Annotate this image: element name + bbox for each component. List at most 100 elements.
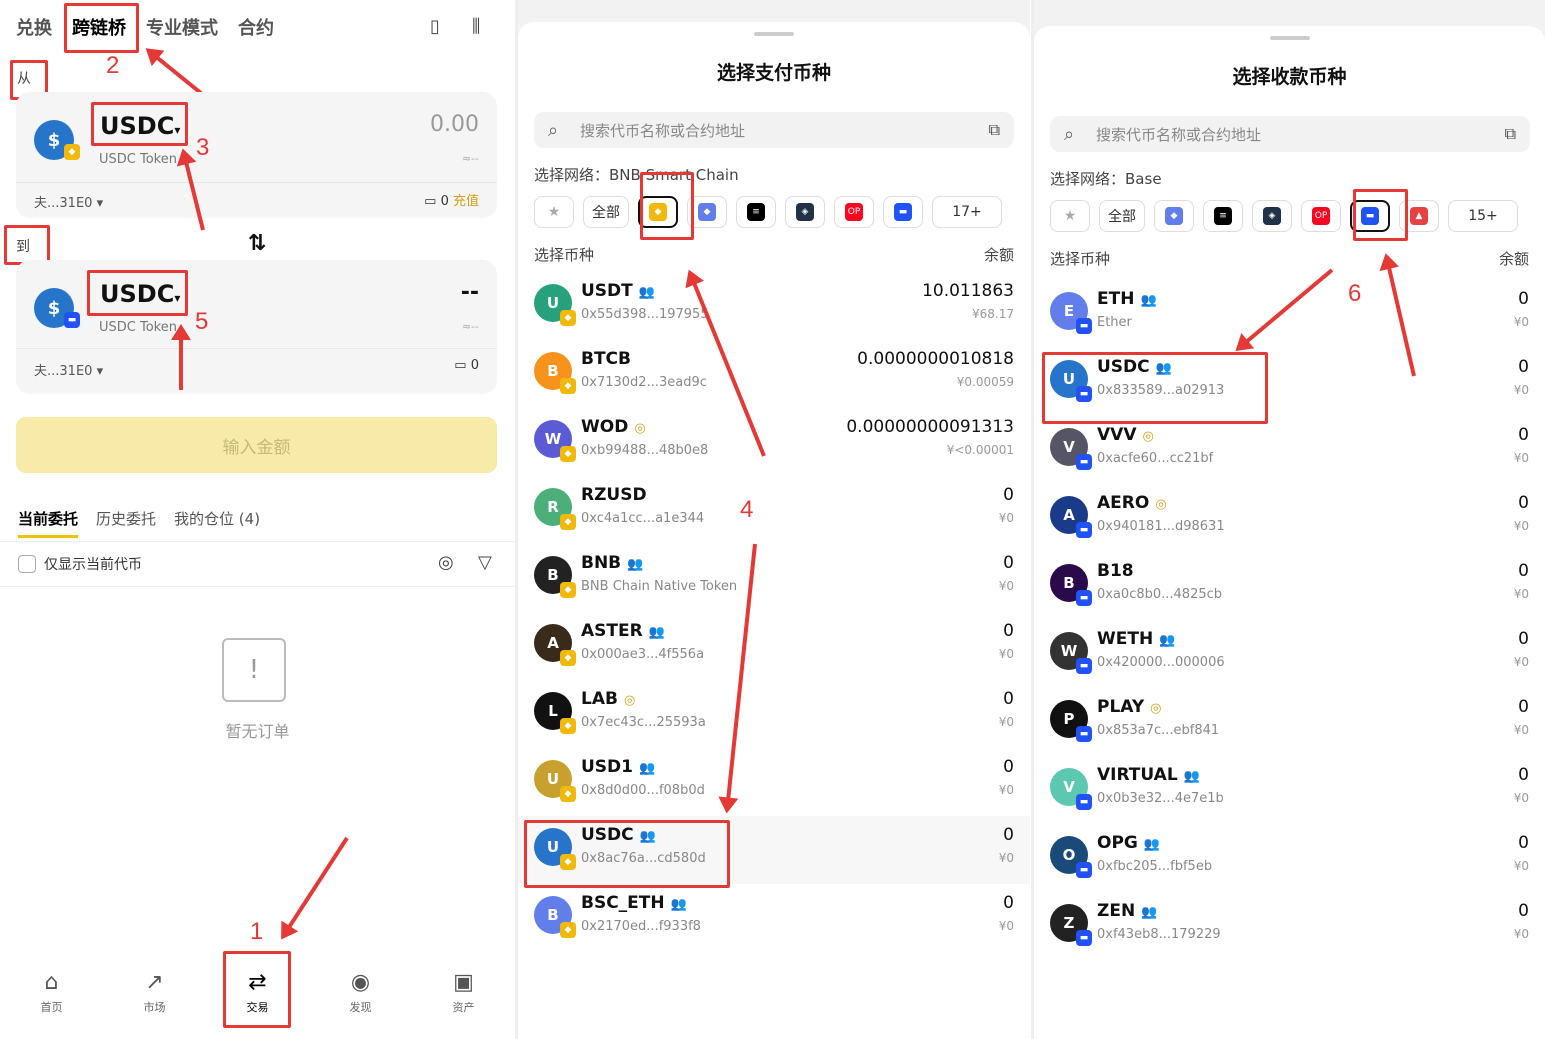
ethereum-icon: ◆ — [698, 203, 716, 221]
token-row-bsc_eth[interactable]: B ◆ BSC_ETH 👥 0x2170ed...f933f8 0 ¥0 — [518, 884, 1030, 952]
token-symbol-text: AERO — [1097, 493, 1150, 513]
tab-current-orders[interactable]: 当前委托 — [18, 508, 79, 538]
chip-more[interactable]: 17+ — [932, 196, 1002, 228]
token-symbol-text: ETH — [1097, 289, 1135, 309]
tab-home[interactable]: ⌂ 首页 — [22, 970, 82, 1015]
chip-optimism[interactable]: OP — [834, 196, 874, 228]
sheet-handle[interactable] — [754, 32, 794, 36]
chip-solana[interactable]: ≡ — [736, 196, 776, 228]
chart-line-icon: ↗ — [145, 970, 164, 995]
token-row-bnb[interactable]: B ◆ BNB 👥 BNB Chain Native Token 0 ¥0 — [518, 544, 1030, 612]
token-symbol-text: WOD — [581, 417, 629, 437]
token-row-wod[interactable]: W ◆ WOD ◎ 0xb99488...48b0e8 0.00000000091313 ¥… — [518, 408, 1030, 476]
token-fiat-value: ¥0 — [1513, 519, 1529, 533]
community-tag-icon: 👥 — [670, 897, 687, 912]
highlight-bnb-chip — [640, 172, 694, 240]
enter-amount-button[interactable]: 输入金额 — [16, 417, 497, 473]
to-wallet-selector[interactable]: 夫...31E0 ▾ — [34, 360, 103, 379]
chain-badge-icon: ▬ — [1076, 454, 1092, 470]
tab-assets[interactable]: ▣ 资产 — [434, 970, 494, 1015]
tab-discover[interactable]: ◉ 发现 — [331, 970, 391, 1015]
token-row-weth[interactable]: W ▬ WETH 👥 0x420000...000006 0 ¥0 — [1034, 620, 1545, 688]
token-symbol-text: VVV — [1097, 425, 1137, 445]
chip-ethereum[interactable]: ◆ — [1154, 200, 1194, 232]
chain-badge-icon: ◆ — [560, 718, 576, 734]
chip-favorites[interactable]: ★ — [534, 196, 574, 228]
annotation-4: 4 — [740, 496, 754, 523]
ethereum-icon: ◆ — [1165, 207, 1183, 225]
token-symbol-text: BSC_ETH — [581, 893, 665, 913]
token-row-lab[interactable]: L ◆ LAB ◎ 0x7ec43c...25593a 0 ¥0 — [518, 680, 1030, 748]
chip-arbitrum[interactable]: ◈ — [1252, 200, 1292, 232]
swap-vertical-icon[interactable]: ⇅ — [236, 222, 278, 264]
search-input[interactable]: ⌕ 搜索代币名称或合约地址 ⧉ — [1050, 116, 1530, 152]
token-row-usdt[interactable]: U ◆ USDT 👥 0x55d398...197955 10.011863 ¥68.17 — [518, 272, 1030, 340]
chip-arbitrum[interactable]: ◈ — [785, 196, 825, 228]
token-row-btcb[interactable]: B ◆ BTCB 0x7130d2...3ead9c 0.0000000010818 ¥0… — [518, 340, 1030, 408]
tab-my-positions[interactable]: 我的仓位 (4) — [174, 508, 260, 538]
token-address: 0xf43eb8...179229 — [1097, 927, 1221, 942]
chip-all[interactable]: 全部 — [1099, 200, 1145, 232]
deposit-link[interactable]: 充值 — [453, 194, 479, 209]
order-tabs: 当前委托 历史委托 我的仓位 (4) — [18, 508, 260, 538]
tab-order-history[interactable]: 历史委托 — [96, 508, 156, 538]
chain-badge-icon: ◆ — [560, 446, 576, 462]
tab-market-label: 市场 — [143, 1001, 166, 1014]
community-tag-icon: 👥 — [1141, 905, 1158, 920]
chip-solana[interactable]: ≡ — [1203, 200, 1243, 232]
token-address: Ether — [1097, 315, 1132, 330]
only-current-filter[interactable]: 仅显示当前代币 — [18, 554, 142, 574]
history-icon[interactable]: ▯ — [430, 16, 440, 37]
paste-icon[interactable]: ⧉ — [989, 120, 1000, 140]
token-symbol: BTCB — [581, 349, 631, 369]
token-row-zen[interactable]: Z ▬ ZEN 👥 0xf43eb8...179229 0 ¥0 — [1034, 892, 1545, 960]
from-wallet-address: 夫...31E0 — [34, 196, 93, 211]
token-row-aster[interactable]: A ◆ ASTER 👥 0x000ae3...4f556a 0 ¥0 — [518, 612, 1030, 680]
tab-market[interactable]: ↗ 市场 — [125, 970, 185, 1015]
meme-tag-icon: ◎ — [634, 421, 646, 436]
paste-icon[interactable]: ⧉ — [1505, 124, 1516, 144]
tab-contract[interactable]: 合约 — [238, 14, 274, 40]
checkbox[interactable] — [18, 555, 36, 573]
chip-all[interactable]: 全部 — [583, 196, 629, 228]
token-row-eth[interactable]: E ▬ ETH 👥 Ether 0 ¥0 — [1034, 280, 1545, 348]
token-symbol: USDT 👥 — [581, 281, 655, 301]
sheet-title: 选择收款币种 — [1232, 66, 1347, 88]
token-row-b18[interactable]: B ▬ B18 0xa0c8b0...4825cb 0 ¥0 — [1034, 552, 1545, 620]
globe-icon[interactable]: ◎ — [438, 552, 454, 573]
token-symbol: VIRTUAL 👥 — [1097, 765, 1200, 785]
chip-base[interactable]: ▬ — [883, 196, 923, 228]
token-row-aero[interactable]: A ▬ AERO ◎ 0x940181...d98631 0 ¥0 — [1034, 484, 1545, 552]
base-icon: ▬ — [894, 203, 912, 221]
meme-tag-icon: ◎ — [1155, 497, 1167, 512]
token-row-opg[interactable]: O ▬ OPG 👥 0xfbc205...fbf5eb 0 ¥0 — [1034, 824, 1545, 892]
sheet-handle[interactable] — [1269, 36, 1310, 40]
from-wallet-selector[interactable]: 夫...31E0 ▾ — [34, 192, 103, 211]
token-row-play[interactable]: P ▬ PLAY ◎ 0x853a7c...ebf841 0 ¥0 — [1034, 688, 1545, 756]
token-row-usd1[interactable]: U ◆ USD1 👥 0x8d0d00...f08b0d 0 ¥0 — [518, 748, 1030, 816]
optimism-icon: OP — [1312, 207, 1330, 225]
chip-favorites[interactable]: ★ — [1050, 200, 1090, 232]
chip-optimism[interactable]: OP — [1301, 200, 1341, 232]
token-symbol: ASTER 👥 — [581, 621, 665, 641]
chart-settings-icon[interactable]: ⫼ — [472, 16, 480, 37]
chip-more[interactable]: 15+ — [1448, 200, 1518, 232]
token-address: 0x55d398...197955 — [581, 307, 709, 322]
token-balance: 0 — [1518, 697, 1529, 717]
wallet-icon: ▭ — [454, 358, 467, 373]
token-row-virtual[interactable]: V ▬ VIRTUAL 👥 0x0b3e32...4e7e1b 0 ¥0 — [1034, 756, 1545, 824]
to-approx: ≈-- — [461, 320, 479, 333]
token-row-vvv[interactable]: V ▬ VVV ◎ 0xacfe60...cc21bf 0 ¥0 — [1034, 416, 1545, 484]
token-address: 0xacfe60...cc21bf — [1097, 451, 1214, 466]
token-balance: 0 — [1518, 629, 1529, 649]
tab-swap[interactable]: 兑换 — [16, 14, 52, 40]
token-fiat-value: ¥0 — [1513, 927, 1529, 941]
from-amount-input[interactable]: 0.00 — [430, 112, 479, 137]
tab-pro-mode[interactable]: 专业模式 — [146, 14, 218, 40]
token-row-rzusd[interactable]: R ◆ RZUSD 0xc4a1cc...a1e344 0 ¥0 — [518, 476, 1030, 544]
tab-home-label: 首页 — [40, 1001, 63, 1014]
token-symbol: OPG 👥 — [1097, 833, 1160, 853]
filter-icon[interactable]: ▽ — [478, 552, 492, 573]
token-fiat-value: ¥0 — [998, 851, 1014, 865]
search-input[interactable]: ⌕ 搜索代币名称或合约地址 ⧉ — [534, 112, 1014, 148]
